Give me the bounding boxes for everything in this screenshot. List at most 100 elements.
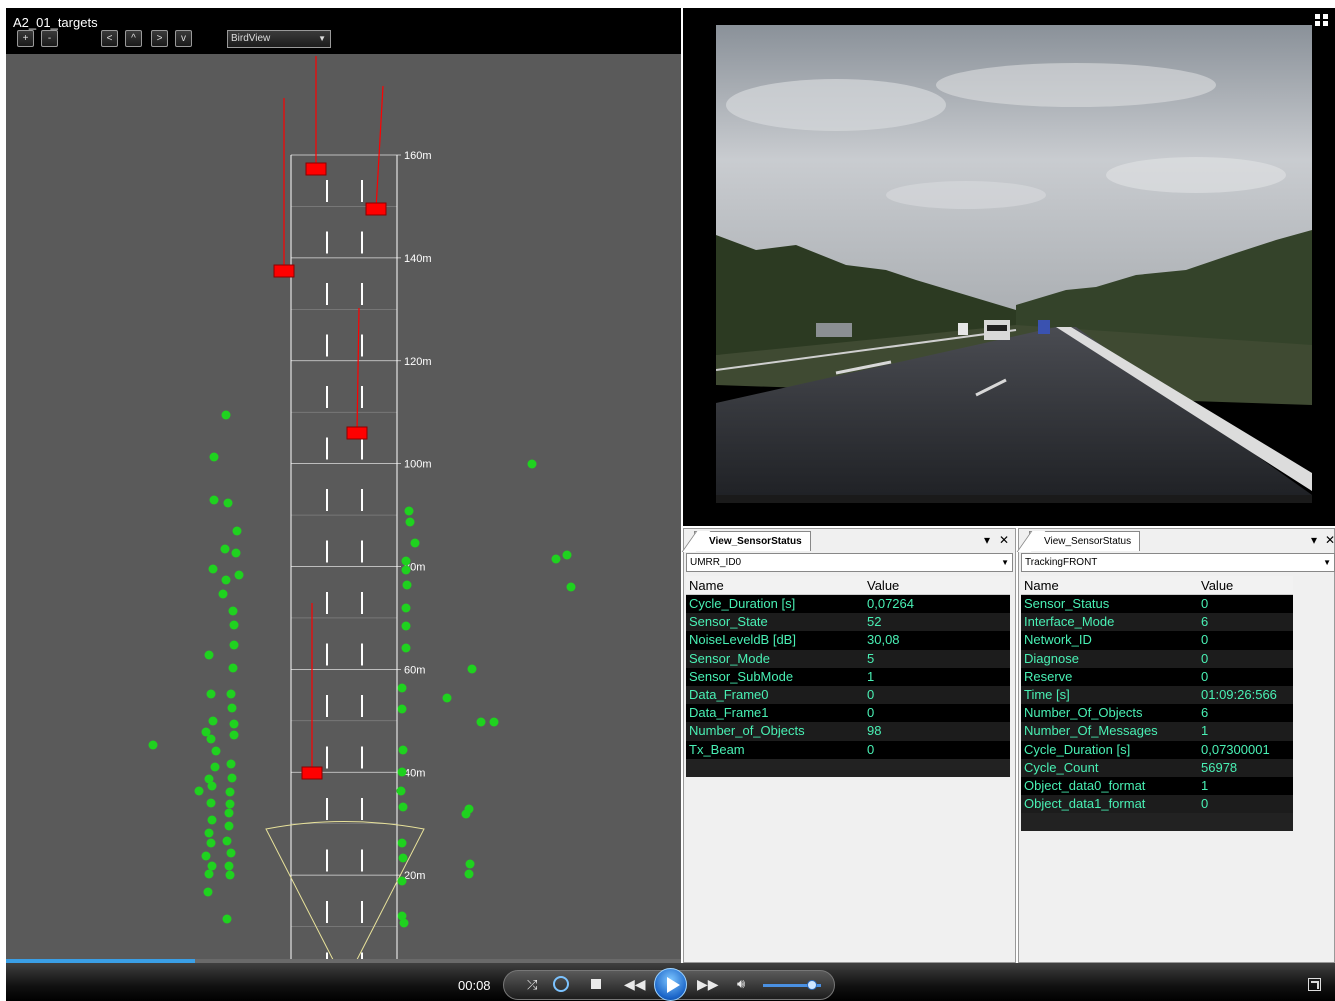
chevron-down-icon[interactable]: ▾ <box>1311 533 1317 547</box>
radar-detection <box>476 717 486 727</box>
table-row[interactable]: Sensor_Mode 5 <box>686 649 1010 668</box>
cell-name: Sensor_Status <box>1024 596 1110 611</box>
repeat-icon[interactable] <box>553 976 569 992</box>
playback-time: 00:08 <box>458 978 491 993</box>
radar-detection <box>396 786 406 796</box>
radar-detection <box>206 838 216 848</box>
play-button[interactable] <box>654 968 687 1001</box>
column-header-name[interactable]: Name <box>1021 576 1198 594</box>
table-row[interactable]: Tx_Beam 0 <box>686 740 1010 759</box>
fast-forward-icon[interactable]: ▶▶ <box>697 976 719 993</box>
table-row[interactable]: Sensor_State 52 <box>686 613 1010 632</box>
cell-value: 0 <box>867 741 875 757</box>
table-header: Name Value <box>1021 576 1293 595</box>
column-header-value[interactable]: Value <box>864 576 1010 594</box>
table-row[interactable]: Time [s] 01:09:26:566 <box>1021 685 1293 705</box>
cell-value: 6 <box>1201 705 1209 721</box>
target-velocity-line <box>356 307 360 434</box>
zoom-in-button[interactable]: + <box>17 30 34 47</box>
radar-detection <box>229 730 239 740</box>
view-mode-select[interactable]: BirdView ▼ <box>227 30 331 48</box>
pan-up-button[interactable]: ^ <box>125 30 142 47</box>
radar-detection <box>227 703 237 713</box>
pan-left-button[interactable]: < <box>101 30 118 47</box>
cell-name: Object_data0_format <box>1024 777 1146 793</box>
distance-label: 40m <box>404 767 425 779</box>
close-icon[interactable]: ✕ <box>1325 533 1335 547</box>
dock-icon[interactable] <box>1315 14 1329 26</box>
bird-view-canvas[interactable]: 160m140m120m100m80m60m40m20m0m <box>6 8 681 1001</box>
sensor-status-panel-1: View_SensorStatus ▾ ✕ UMRR_ID0 ▼ Name Va… <box>681 528 1016 963</box>
radar-detection <box>228 606 238 616</box>
table-row[interactable]: Reserve 0 <box>1021 667 1293 686</box>
table-row[interactable]: Sensor_Status 0 <box>1021 595 1293 614</box>
table-row[interactable]: Interface_Mode 6 <box>1021 613 1293 632</box>
table-row[interactable]: Data_Frame0 0 <box>686 685 1010 705</box>
camera-video-frame[interactable] <box>716 25 1312 503</box>
pan-right-button[interactable]: > <box>151 30 168 47</box>
radar-detection <box>221 575 231 585</box>
table-row[interactable]: Cycle_Count 56978 <box>1021 758 1293 777</box>
shuffle-icon[interactable]: ⤮ <box>527 977 537 993</box>
radar-detection <box>228 663 238 673</box>
fullscreen-icon[interactable] <box>1308 978 1321 991</box>
radar-detection <box>232 526 242 536</box>
seek-bar-progress <box>6 959 195 963</box>
rewind-icon[interactable]: ◀◀ <box>624 976 646 993</box>
table-row[interactable]: Cycle_Duration [s] 0,07300001 <box>1021 740 1293 759</box>
radar-detection <box>222 914 232 924</box>
radar-detection <box>410 538 420 548</box>
radar-detection <box>566 582 576 592</box>
table-row[interactable]: Number_of_Objects 98 <box>686 722 1010 741</box>
distance-label: 120m <box>404 356 432 368</box>
radar-detection <box>194 786 204 796</box>
cell-name: Cycle_Count <box>1024 759 1099 775</box>
table-row[interactable]: Diagnose 0 <box>1021 649 1293 668</box>
radar-detection <box>220 544 230 554</box>
radar-detection <box>234 570 244 580</box>
road-scene-image <box>716 25 1312 503</box>
cell-name: Interface_Mode <box>1024 614 1115 630</box>
radar-detection <box>398 853 408 863</box>
tab-view-sensorstatus-2[interactable]: View_SensorStatus <box>1016 531 1141 552</box>
radar-detection <box>397 838 407 848</box>
radar-detection <box>399 918 409 928</box>
tab-view-sensorstatus-1[interactable]: View_SensorStatus <box>681 531 811 552</box>
table-row[interactable]: Sensor_SubMode 1 <box>686 667 1010 686</box>
column-header-name[interactable]: Name <box>686 576 864 594</box>
pan-down-button[interactable]: v <box>175 30 192 47</box>
cell-value: 01:09:26:566 <box>1201 686 1277 702</box>
table-row[interactable]: Number_Of_Messages 1 <box>1021 722 1293 741</box>
table-row[interactable]: Network_ID 0 <box>1021 631 1293 650</box>
radar-detection <box>401 621 411 631</box>
radar-detection <box>401 603 411 613</box>
sensor-select-2[interactable]: TrackingFRONT ▼ <box>1021 553 1335 572</box>
cell-value: 0 <box>1201 796 1209 812</box>
zoom-out-button[interactable]: - <box>41 30 58 47</box>
radar-detection <box>208 716 218 726</box>
column-header-value[interactable]: Value <box>1198 576 1293 594</box>
chevron-down-icon[interactable]: ▾ <box>984 533 990 547</box>
table-row[interactable]: Number_Of_Objects 6 <box>1021 704 1293 723</box>
radar-detection <box>207 781 217 791</box>
table-row[interactable]: Object_data1_format 0 <box>1021 795 1293 814</box>
stop-icon[interactable] <box>591 979 601 989</box>
radar-detection <box>404 506 414 516</box>
distance-label: 140m <box>404 253 432 265</box>
radar-detection <box>225 870 235 880</box>
radar-detection <box>527 459 537 469</box>
table-row[interactable]: NoiseLeveldB [dB] 30,08 <box>686 631 1010 650</box>
bird-view-panel: 160m140m120m100m80m60m40m20m0m A2_01_tar… <box>6 8 681 1001</box>
radar-detection <box>225 799 235 809</box>
radar-detection <box>209 452 219 462</box>
cell-value: 30,08 <box>867 632 900 648</box>
table-row[interactable]: Object_data0_format 1 <box>1021 776 1293 796</box>
table-row[interactable]: Data_Frame1 0 <box>686 704 1010 723</box>
radar-detection <box>221 410 231 420</box>
volume-icon[interactable]: 🔊︎ <box>737 976 745 992</box>
sensor-select-1[interactable]: UMRR_ID0 ▼ <box>686 553 1013 572</box>
radar-detection <box>402 580 412 590</box>
close-icon[interactable]: ✕ <box>999 533 1009 547</box>
table-row[interactable]: Cycle_Duration [s] 0,07264 <box>686 595 1010 614</box>
table-body: Cycle_Duration [s] 0,07264 Sensor_State 52 N… <box>686 595 1010 759</box>
